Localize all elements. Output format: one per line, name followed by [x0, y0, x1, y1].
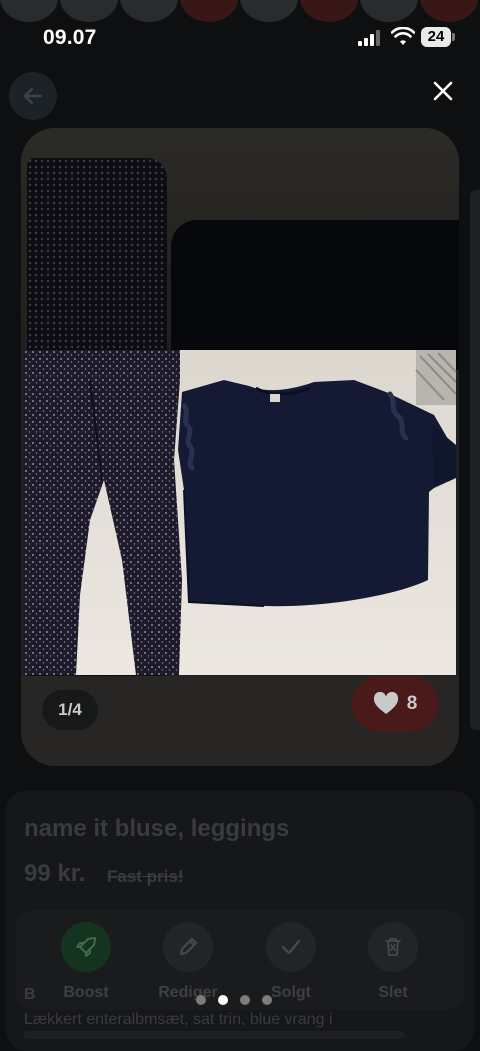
pagination-dot[interactable]	[196, 995, 206, 1005]
description-heading: B	[24, 986, 36, 1003]
pencil-icon	[180, 938, 197, 955]
listing-title: name it bluse, leggings	[24, 815, 290, 842]
delete-button[interactable]: Slet	[348, 922, 438, 1002]
like-count: 8	[406, 693, 418, 714]
battery-indicator: 24	[421, 27, 451, 47]
description-text: Lækkert enteralbmsæt, sat trin, blue vra…	[24, 1011, 333, 1028]
wifi-icon	[391, 27, 415, 45]
like-button[interactable]: 8	[352, 676, 438, 732]
battery-tip	[452, 33, 455, 41]
boost-button[interactable]: Boost	[41, 922, 131, 1002]
listing-photo[interactable]	[24, 350, 456, 675]
arrow-left-icon	[23, 87, 43, 105]
status-time: 09.07	[43, 26, 97, 49]
description-text-overflow	[24, 1031, 404, 1039]
boost-label: Boost	[63, 984, 109, 1001]
pagination-dot[interactable]	[262, 995, 272, 1005]
rocket-icon	[76, 937, 96, 957]
back-button[interactable]	[9, 72, 57, 120]
shirt-photo-background	[171, 220, 459, 370]
story-bubbles	[0, 0, 480, 24]
delete-label: Slet	[378, 984, 408, 1001]
trash-icon	[385, 938, 401, 956]
fixed-price-label: Fast pris!	[107, 867, 184, 886]
close-icon	[433, 81, 453, 101]
sold-button[interactable]: Solgt	[246, 922, 336, 1002]
heart-icon	[373, 692, 398, 714]
cellular-signal-icon	[358, 30, 384, 46]
image-counter: 1/4	[42, 690, 98, 730]
close-button[interactable]	[424, 72, 462, 110]
gallery-pagination	[196, 992, 272, 1008]
pagination-dot[interactable]	[240, 995, 250, 1005]
status-bar: 09.07 24	[0, 0, 480, 64]
edit-button[interactable]: Rediger	[143, 922, 233, 1002]
check-icon	[281, 939, 301, 955]
clothing-photo	[24, 350, 456, 675]
pagination-dot-active[interactable]	[218, 995, 228, 1005]
listing-price: 99 kr.	[24, 860, 86, 887]
next-card-edge	[470, 190, 480, 730]
